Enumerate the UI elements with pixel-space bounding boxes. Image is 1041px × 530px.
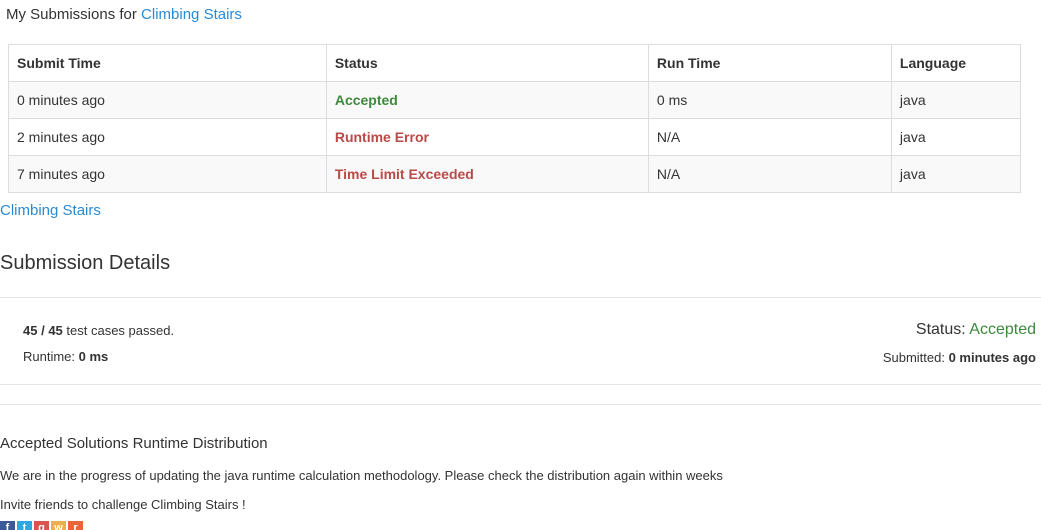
problem-link[interactable]: Climbing Stairs <box>0 202 101 219</box>
test-cases-line: 45 / 45 test cases passed. <box>23 318 174 344</box>
count-separator: / <box>37 323 49 338</box>
runtime-value: 0 ms <box>78 349 109 364</box>
passed-suffix: test cases passed. <box>62 323 175 338</box>
twitter-icon[interactable]: t <box>17 521 32 530</box>
status-label: Status: <box>915 321 970 338</box>
table-row: 7 minutes ago Time Limit Exceeded N/A ja… <box>8 155 1022 193</box>
run-time-cell: N/A <box>647 155 892 193</box>
distribution-note: We are in the progress of updating the j… <box>0 468 723 483</box>
passed-count: 45 <box>23 323 38 338</box>
weibo-icon[interactable]: w <box>51 521 66 530</box>
column-header-language: Language <box>890 44 1022 82</box>
submissions-table: Submit Time Status Run Time Language 0 m… <box>8 44 1022 193</box>
language-cell: java <box>890 81 1022 119</box>
divider <box>0 297 1041 298</box>
distribution-title: Accepted Solutions Runtime Distribution <box>0 435 268 452</box>
language-cell: java <box>890 155 1022 193</box>
heading-prefix: My Submissions for <box>6 6 137 23</box>
column-header-run-time: Run Time <box>647 44 892 82</box>
submit-time-cell: 0 minutes ago <box>8 81 327 119</box>
runtime-label: Runtime: <box>23 349 79 364</box>
run-time-cell: 0 ms <box>647 81 892 119</box>
column-header-submit-time: Submit Time <box>8 44 327 82</box>
details-status: Status: Accepted Submitted: 0 minutes ag… <box>883 316 1036 372</box>
facebook-icon[interactable]: f <box>0 521 15 530</box>
invite-text: Invite friends to challenge Climbing Sta… <box>0 497 246 512</box>
submission-details-title: Submission Details <box>0 252 171 274</box>
status-value: Accepted <box>969 321 1036 338</box>
run-time-cell: N/A <box>647 118 892 156</box>
google-plus-icon[interactable]: g <box>34 521 49 530</box>
divider <box>0 384 1041 385</box>
submissions-page: My Submissions for Climbing Stairs Submi… <box>0 0 1041 530</box>
table-row: 0 minutes ago Accepted 0 ms java <box>8 81 1022 119</box>
status-line: Status: Accepted <box>883 316 1036 344</box>
submitted-value: 0 minutes ago <box>948 350 1036 365</box>
table-row: 2 minutes ago Runtime Error N/A java <box>8 118 1022 156</box>
divider <box>0 404 1041 405</box>
submitted-line: Submitted: 0 minutes ago <box>883 344 1036 372</box>
runtime-line: Runtime: 0 ms <box>23 344 174 370</box>
details-summary: 45 / 45 test cases passed. Runtime: 0 ms <box>23 318 174 370</box>
submitted-label: Submitted: <box>882 350 949 365</box>
language-cell: java <box>890 118 1022 156</box>
submit-time-cell: 2 minutes ago <box>8 118 327 156</box>
total-count: 45 <box>48 323 63 338</box>
column-header-status: Status <box>325 44 649 82</box>
status-link[interactable]: Time Limit Exceeded <box>325 155 649 193</box>
table-header-row: Submit Time Status Run Time Language <box>8 44 1022 82</box>
status-link[interactable]: Runtime Error <box>325 118 649 156</box>
status-link[interactable]: Accepted <box>325 81 649 119</box>
problem-title-link[interactable]: Climbing Stairs <box>141 6 242 23</box>
submit-time-cell: 7 minutes ago <box>8 155 327 193</box>
renren-icon[interactable]: r <box>68 521 83 530</box>
page-heading: My Submissions for Climbing Stairs <box>6 6 242 23</box>
